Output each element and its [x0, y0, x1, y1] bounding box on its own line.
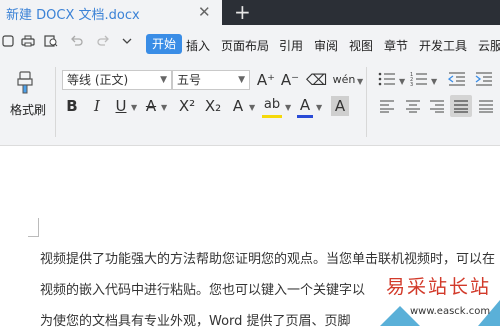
align-right-icon[interactable]	[429, 99, 445, 113]
tab-page-layout[interactable]: 页面布局	[221, 37, 269, 54]
margin-corner-mark	[28, 218, 39, 237]
decrease-indent-icon[interactable]	[448, 71, 466, 87]
bold-button[interactable]: B	[64, 96, 80, 116]
chevron-down-icon[interactable]: ▼	[357, 77, 363, 86]
document-tab[interactable]: 新建 DOCX 文档.docx ✕	[0, 0, 222, 25]
tab-cloud[interactable]: 云服	[478, 37, 500, 54]
undo-icon[interactable]	[70, 35, 84, 47]
text-effect-button[interactable]: A	[230, 96, 246, 116]
char-shading-button[interactable]: A	[331, 96, 349, 116]
chevron-down-icon: ▼	[160, 75, 167, 85]
underline-button[interactable]: U	[113, 96, 129, 116]
watermark-text: 易采站长站	[386, 276, 492, 298]
new-file-icon[interactable]	[2, 35, 16, 47]
superscript-button[interactable]: X²	[176, 96, 198, 116]
font-name-value: 等线 (正文)	[67, 73, 129, 87]
document-tab-title: 新建 DOCX 文档.docx	[6, 8, 140, 23]
font-color-button[interactable]: A	[297, 95, 313, 118]
font-size-value: 五号	[177, 73, 202, 87]
italic-button[interactable]: I	[89, 96, 105, 116]
bullet-list-icon[interactable]	[378, 71, 396, 87]
chevron-down-icon[interactable]: ▼	[161, 103, 167, 112]
ribbon: 开始 插入 页面布局 引用 审阅 视图 章节 开发工具 云服 格式刷 等线 (正…	[0, 25, 500, 146]
chevron-down-icon[interactable]: ▼	[431, 77, 437, 86]
align-center-icon[interactable]	[405, 99, 421, 113]
group-divider	[55, 67, 56, 137]
chevron-down-icon[interactable]: ▼	[285, 103, 291, 112]
redo-icon[interactable]	[96, 35, 110, 47]
chevron-down-icon[interactable]: ▼	[316, 103, 322, 112]
chevron-down-icon[interactable]: ▼	[249, 103, 255, 112]
close-tab-icon[interactable]: ✕	[198, 3, 211, 21]
paragraph-line-1: 视频提供了功能强大的方法帮助您证明您的观点。当您单击联机视频时，可以在	[40, 252, 496, 267]
format-painter-icon[interactable]	[15, 71, 37, 95]
print-preview-icon[interactable]	[44, 35, 58, 47]
increase-indent-icon[interactable]	[475, 71, 493, 87]
title-bar: 新建 DOCX 文档.docx ✕ +	[0, 0, 500, 25]
tab-view[interactable]: 视图	[349, 37, 373, 54]
customize-arrow-icon[interactable]	[120, 35, 134, 47]
tab-references[interactable]: 引用	[279, 37, 303, 54]
paragraph-line-2: 视频的嵌入代码中进行粘贴。您也可以键入一个关键字以	[40, 283, 366, 298]
chevron-down-icon[interactable]: ▼	[131, 103, 137, 112]
strikethrough-button[interactable]: A	[143, 96, 159, 116]
chevron-down-icon[interactable]: ▼	[399, 77, 405, 86]
highlight-button[interactable]: ab	[262, 95, 282, 118]
tab-review[interactable]: 审阅	[314, 37, 338, 54]
numbered-list-icon[interactable]: 123	[410, 71, 428, 87]
phonetic-guide-button[interactable]: wén	[332, 70, 356, 90]
grow-font-button[interactable]: A⁺	[256, 70, 276, 90]
tab-developer[interactable]: 开发工具	[419, 37, 467, 54]
font-size-select[interactable]: 五号 ▼	[172, 70, 250, 90]
shrink-font-button[interactable]: A⁻	[280, 70, 300, 90]
subscript-button[interactable]: X₂	[202, 96, 224, 116]
new-tab-icon[interactable]: +	[234, 1, 251, 23]
clear-format-button[interactable]: ⌫	[306, 70, 327, 90]
paragraph-line-3: 为使您的文档具有专业外观，Word 提供了页眉、页脚	[40, 314, 351, 329]
print-icon[interactable]	[21, 35, 35, 47]
chevron-down-icon: ▼	[238, 75, 245, 85]
svg-text:3: 3	[410, 82, 413, 87]
format-painter-label[interactable]: 格式刷	[10, 101, 46, 118]
justify-button[interactable]	[450, 95, 472, 117]
tab-insert[interactable]: 插入	[186, 37, 210, 54]
group-divider	[366, 67, 367, 137]
tab-home[interactable]: 开始	[146, 34, 182, 54]
align-left-icon[interactable]	[379, 99, 395, 113]
watermark-url: www.easck.com	[410, 306, 491, 317]
font-name-select[interactable]: 等线 (正文) ▼	[62, 70, 172, 90]
distributed-align-icon[interactable]	[478, 99, 494, 113]
tab-chapter[interactable]: 章节	[384, 37, 408, 54]
justify-icon	[454, 100, 468, 113]
